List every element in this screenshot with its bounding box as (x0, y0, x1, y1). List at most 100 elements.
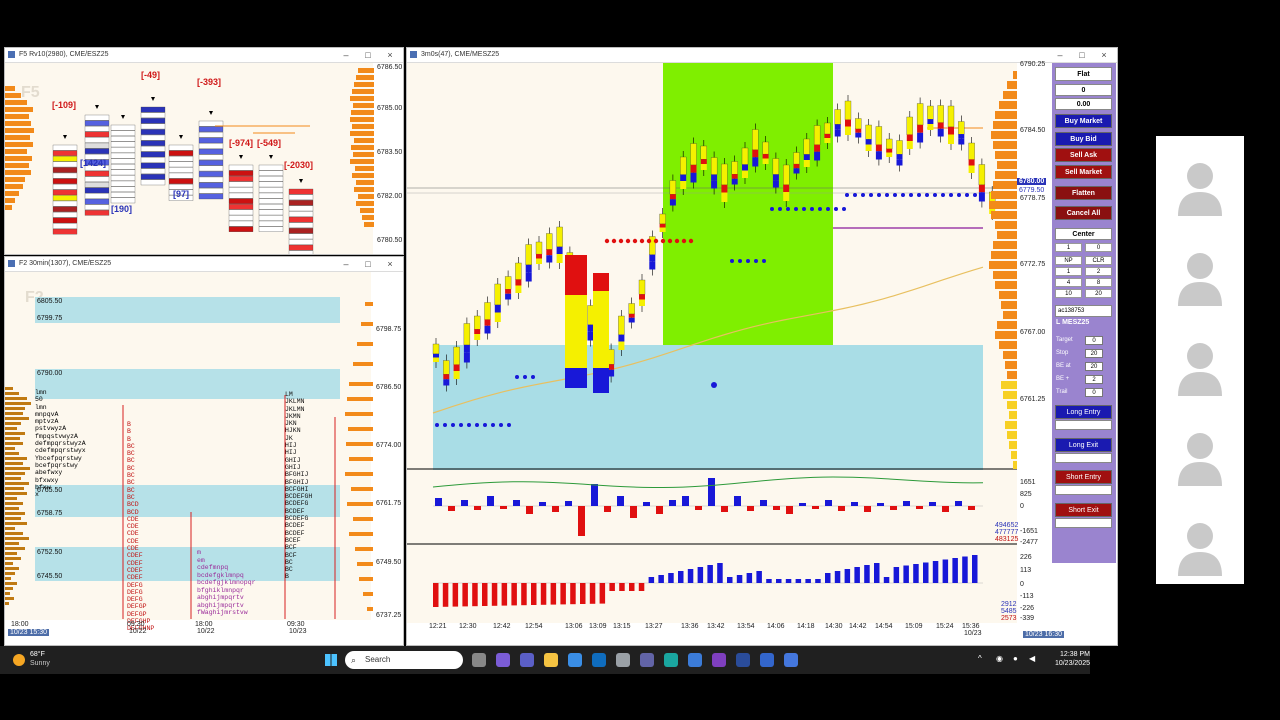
footprint-cell (258, 176, 284, 182)
stop-input[interactable]: 20 (1085, 349, 1103, 358)
visual-studio-icon[interactable] (712, 653, 726, 667)
bar-body (978, 192, 985, 202)
qty-field-2[interactable]: 0 (1085, 243, 1112, 252)
qty-20-button[interactable]: 20 (1085, 289, 1112, 298)
settings-icon[interactable] (616, 653, 630, 667)
qty-1-button[interactable]: 1 (1055, 267, 1082, 276)
cum-delta-bar (766, 579, 772, 583)
trail-input[interactable]: 0 (1085, 388, 1103, 397)
target-input[interactable]: 0 (1085, 336, 1103, 345)
account-select[interactable]: ac138753 (1055, 305, 1112, 317)
app-icon[interactable] (760, 653, 774, 667)
speaker-icon[interactable]: ◀ (1029, 654, 1035, 663)
sell-ask-button[interactable]: Sell Ask (1055, 148, 1112, 162)
bar-body (463, 352, 470, 363)
cum-delta-bar (736, 575, 743, 583)
volume-profile-bar (991, 211, 1017, 219)
short-exit-select[interactable] (1055, 518, 1112, 528)
bar-body (546, 255, 553, 263)
sell-market-button[interactable]: Sell Market (1055, 165, 1112, 179)
long-exit-button[interactable]: Long Exit (1055, 438, 1112, 452)
clock-date[interactable]: 10/23/2025 (1040, 660, 1090, 667)
start-icon[interactable] (325, 654, 337, 666)
taskbar-search[interactable]: ⌕ Search (345, 651, 463, 669)
person-avatar-icon (1178, 253, 1222, 306)
network-icon[interactable]: ◉ (996, 654, 1003, 663)
short-entry-select[interactable] (1055, 485, 1112, 495)
bar-body (742, 164, 748, 171)
cum-delta-bar (501, 583, 508, 606)
delta-bar (799, 503, 806, 506)
teams-icon[interactable] (520, 653, 534, 667)
cancel-all-button[interactable]: Cancel All (1055, 206, 1112, 220)
long-exit-select[interactable] (1055, 453, 1112, 463)
trading-app-icon[interactable] (736, 653, 750, 667)
volume-profile-bar (997, 231, 1017, 239)
browser-icon[interactable] (688, 653, 702, 667)
task-view-icon[interactable] (472, 653, 486, 667)
edge-icon[interactable] (664, 653, 678, 667)
close-icon[interactable]: × (383, 48, 397, 62)
weather-icon[interactable] (13, 654, 25, 666)
buy-market-button[interactable]: Buy Market (1055, 114, 1112, 128)
main-price-chart[interactable] (407, 63, 1017, 623)
app-icon[interactable] (784, 653, 798, 667)
qty-2-button[interactable]: 2 (1085, 267, 1112, 276)
short-exit-button[interactable]: Short Exit (1055, 503, 1112, 517)
footprint-cell (288, 250, 314, 254)
long-entry-select[interactable] (1055, 420, 1112, 430)
qty-4-button[interactable]: 4 (1055, 278, 1082, 287)
qty-10-button[interactable]: 10 (1055, 289, 1082, 298)
long-entry-button[interactable]: Long Entry (1055, 405, 1112, 419)
footprint-cell (228, 220, 254, 227)
footprint-cell (288, 200, 314, 206)
main-titlebar[interactable]: 3m0s(47), CME/MESZ25 – □ × (407, 48, 1117, 63)
tpo-price-axis[interactable]: 6798.75 6786.50 6774.00 6761.75 6749.50 … (373, 272, 403, 620)
bar-body (958, 134, 965, 139)
file-explorer-icon[interactable] (544, 653, 558, 667)
short-entry-button[interactable]: Short Entry (1055, 470, 1112, 484)
minimize-icon[interactable]: – (339, 48, 353, 62)
person-avatar-icon (1178, 163, 1222, 216)
level-dot (639, 238, 645, 244)
clr-button[interactable]: CLR (1085, 256, 1112, 265)
delta-bar (539, 502, 546, 506)
outlook-icon[interactable] (592, 653, 606, 667)
volume-profile-bar (991, 131, 1017, 139)
bar-body (855, 128, 862, 133)
footprint-cell (198, 171, 224, 177)
right-volume-profile (350, 68, 374, 227)
be-at-input[interactable]: 20 (1085, 362, 1103, 371)
footprint-titlebar[interactable]: F5 Rv10(2980), CME/ESZ25 – □ × (5, 48, 403, 63)
store-icon[interactable] (568, 653, 582, 667)
minimize-icon[interactable]: – (1053, 48, 1067, 62)
maximize-icon[interactable]: □ (361, 48, 375, 62)
chat-icon[interactable] (640, 653, 654, 667)
close-icon[interactable]: × (383, 257, 397, 271)
level-dot (842, 207, 846, 211)
buy-bid-button[interactable]: Buy Bid (1055, 132, 1112, 146)
close-icon[interactable]: × (1097, 48, 1111, 62)
cum-delta-bar (648, 577, 655, 583)
tpo-corner-date: 10/23 15:30 (8, 629, 49, 636)
center-button[interactable]: Center (1055, 228, 1112, 240)
footprint-cell (228, 226, 254, 232)
copilot-icon[interactable] (496, 653, 510, 667)
mic-icon[interactable]: ● (1013, 654, 1018, 663)
footprint-cell (198, 148, 224, 155)
clock-time[interactable]: 12:38 PM (1040, 651, 1090, 658)
main-title: 3m0s(47), CME/MESZ25 (421, 51, 500, 58)
maximize-icon[interactable]: □ (1075, 48, 1089, 62)
qty-8-button[interactable]: 8 (1085, 278, 1112, 287)
fp-price-axis[interactable]: 6786.50 6785.00 6783.50 6782.00 6780.50 (374, 63, 403, 254)
flatten-button[interactable]: Flatten (1055, 186, 1112, 200)
np-button[interactable]: NP (1055, 256, 1082, 265)
qty-field[interactable]: 1 (1055, 243, 1082, 252)
be-plus-input[interactable]: 2 (1085, 375, 1103, 384)
main-price-axis[interactable]: 6790.25 6784.50 6778.75 6772.75 6767.00 … (995, 61, 1051, 623)
chevron-up-icon[interactable]: ^ (978, 654, 982, 663)
footprint-cell (110, 147, 136, 153)
footprint-cell (84, 126, 110, 132)
footprint-cell (84, 120, 110, 126)
bar-body (752, 149, 759, 158)
